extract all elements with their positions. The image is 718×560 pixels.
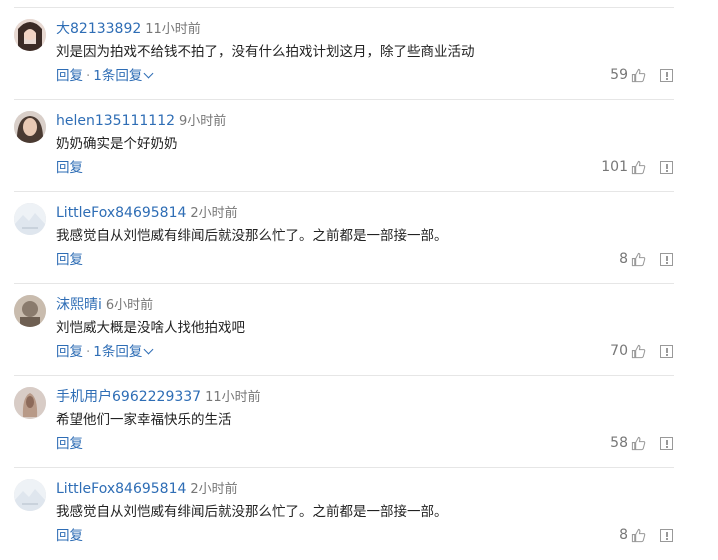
comment-meta: 大82133892 11小时前 (56, 20, 201, 39)
chevron-down-icon (143, 68, 154, 79)
comment-meta: LittleFox84695814 2小时前 (56, 204, 238, 223)
reply-button[interactable]: 回复 (56, 344, 83, 360)
like-count: 8 (619, 527, 628, 543)
comment-actions: 回复 · 1条回复 (56, 343, 154, 361)
comment-actions: 回复 (56, 435, 83, 453)
avatar[interactable] (14, 295, 46, 327)
timestamp: 11小时前 (145, 22, 201, 37)
like-count: 8 (619, 251, 628, 267)
report-icon[interactable] (660, 345, 673, 358)
timestamp: 2小时前 (190, 206, 238, 221)
like-count: 58 (610, 435, 628, 451)
comment-actions: 回复 (56, 527, 83, 545)
thumbs-up-icon (631, 528, 646, 542)
view-replies-link[interactable]: 1条回复 (93, 344, 142, 360)
like-count: 59 (610, 67, 628, 83)
separator-dot: · (86, 344, 91, 360)
chevron-down-icon (143, 344, 154, 355)
timestamp: 9小时前 (179, 114, 227, 129)
comment-actions: 回复 (56, 251, 83, 269)
comment-item: LittleFox84695814 2小时前 我感觉自从刘恺威有绯闻后就没那么忙了… (14, 192, 674, 284)
username[interactable]: 大82133892 (56, 21, 141, 37)
report-icon[interactable] (660, 69, 673, 82)
reply-button[interactable]: 回复 (56, 436, 83, 452)
like-button[interactable]: 8 (619, 527, 646, 543)
thumbs-up-icon (631, 68, 646, 82)
username[interactable]: LittleFox84695814 (56, 481, 186, 497)
comment-text: 刘是因为拍戏不给钱不拍了，没有什么拍戏计划这月，除了些商业活动 (56, 44, 475, 60)
reply-button[interactable]: 回复 (56, 68, 83, 84)
comment-text: 奶奶确实是个好奶奶 (56, 136, 178, 152)
comment-item: 沫熙晴i 6小时前 刘恺威大概是没啥人找他拍戏吧 回复 · 1条回复 70 (14, 284, 674, 376)
comment-meta: 沫熙晴i 6小时前 (56, 296, 153, 315)
thumbs-up-icon (631, 252, 646, 266)
username[interactable]: helen135111112 (56, 113, 175, 129)
comment-meta: helen135111112 9小时前 (56, 112, 226, 131)
comment-item: 大82133892 11小时前 刘是因为拍戏不给钱不拍了，没有什么拍戏计划这月，除… (14, 8, 674, 100)
comment-text: 刘恺威大概是没啥人找他拍戏吧 (56, 320, 245, 336)
comment-text: 我感觉自从刘恺威有绯闻后就没那么忙了。之前都是一部接一部。 (56, 228, 448, 244)
like-button[interactable]: 8 (619, 251, 646, 267)
report-icon[interactable] (660, 253, 673, 266)
reply-button[interactable]: 回复 (56, 252, 83, 268)
comment-meta: 手机用户6962229337 11小时前 (56, 388, 261, 407)
avatar[interactable] (14, 111, 46, 143)
separator-dot: · (86, 68, 91, 84)
like-count: 101 (601, 159, 628, 175)
thumbs-up-icon (631, 436, 646, 450)
comment-text: 我感觉自从刘恺威有绯闻后就没那么忙了。之前都是一部接一部。 (56, 504, 448, 520)
view-replies-link[interactable]: 1条回复 (93, 68, 142, 84)
thumbs-up-icon (631, 160, 646, 174)
timestamp: 11小时前 (205, 390, 261, 405)
username[interactable]: 沫熙晴i (56, 297, 102, 313)
username[interactable]: LittleFox84695814 (56, 205, 186, 221)
reply-button[interactable]: 回复 (56, 528, 83, 544)
like-button[interactable]: 58 (610, 435, 646, 451)
comment-item: LittleFox84695814 2小时前 我感觉自从刘恺威有绯闻后就没那么忙了… (14, 468, 674, 560)
report-icon[interactable] (660, 161, 673, 174)
avatar[interactable] (14, 19, 46, 51)
avatar[interactable] (14, 479, 46, 511)
like-button[interactable]: 101 (601, 159, 646, 175)
avatar[interactable] (14, 387, 46, 419)
timestamp: 6小时前 (105, 298, 154, 313)
comment-meta: LittleFox84695814 2小时前 (56, 480, 238, 499)
comment-item: 手机用户6962229337 11小时前 希望他们一家幸福快乐的生活 回复 58 (14, 376, 674, 468)
avatar[interactable] (14, 203, 46, 235)
comment-actions: 回复 (56, 159, 83, 177)
comment-actions: 回复 · 1条回复 (56, 67, 154, 85)
like-button[interactable]: 59 (610, 67, 646, 83)
like-button[interactable]: 70 (610, 343, 646, 359)
timestamp: 2小时前 (190, 482, 238, 497)
comment-item: helen135111112 9小时前 奶奶确实是个好奶奶 回复 101 (14, 100, 674, 192)
comment-text: 希望他们一家幸福快乐的生活 (56, 412, 232, 428)
report-icon[interactable] (660, 437, 673, 450)
comment-list: 大82133892 11小时前 刘是因为拍戏不给钱不拍了，没有什么拍戏计划这月，除… (0, 0, 718, 544)
like-count: 70 (610, 343, 628, 359)
username[interactable]: 手机用户6962229337 (56, 389, 201, 405)
reply-button[interactable]: 回复 (56, 160, 83, 176)
thumbs-up-icon (631, 344, 646, 358)
